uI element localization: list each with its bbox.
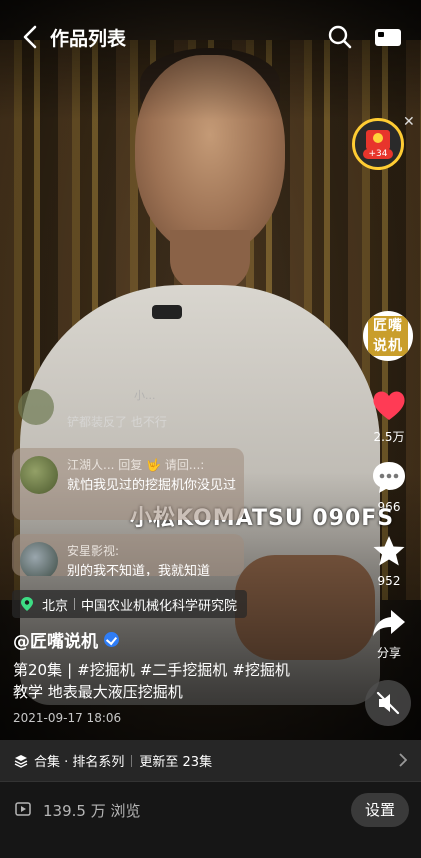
share-arrow-icon [373, 610, 405, 636]
like-button[interactable]: 2.5万 [360, 388, 418, 445]
stack-layers-icon [14, 754, 28, 768]
top-bar: 作品列表 [0, 14, 421, 60]
author-logo: 匠嘴说机 [368, 316, 408, 356]
comment-text: 就怕我见过的挖掘机你没见过 [67, 478, 237, 493]
comment-bubble[interactable]: 安星影视: 别的我不知道，我就知道 [12, 534, 244, 576]
faded-comment-partial: 小... [134, 389, 156, 402]
reward-amount: +34 [363, 149, 393, 159]
location-tag[interactable]: 北京 中国农业机械化科学研究院 [12, 590, 248, 618]
post-date: 2021-09-17 18:06 [13, 711, 122, 725]
like-count: 2.5万 [373, 430, 405, 444]
hashtag[interactable]: #挖掘机 [77, 661, 135, 679]
settings-button[interactable]: 设置 [351, 793, 409, 827]
red-envelope-reward[interactable]: +34 [352, 118, 404, 170]
collection-divider [131, 754, 133, 767]
back-arrow-icon[interactable] [18, 24, 44, 50]
share-label: 分享 [376, 646, 401, 660]
comment-bubble[interactable]: 江湖人... 回复 🤟 请回...: 就怕我见过的挖掘机你没见过 [12, 448, 244, 520]
collection-update: 更新至 23集 [139, 755, 213, 770]
favorite-button[interactable]: 952 [360, 534, 418, 588]
description-divider: | [67, 661, 73, 679]
location-divider [74, 598, 76, 610]
collection-bar[interactable]: 合集 · 排名系列 更新至 23集 [0, 740, 421, 781]
favorite-count: 952 [377, 574, 401, 588]
view-count: 139.5 万 浏览 [43, 802, 141, 820]
description-text: 教学 地表最大液压挖掘机 [13, 683, 183, 701]
chevron-right-icon [399, 753, 407, 767]
location-city: 北京 [42, 598, 69, 614]
video-screen[interactable]: 作品列表 +34 ✕ 匠嘴说机 2.5万 966 952 分享 小... 铲都装… [0, 0, 421, 858]
mute-button[interactable] [365, 680, 411, 726]
hashtag[interactable]: #二手挖掘机 [140, 661, 228, 679]
page-title: 作品列表 [50, 28, 127, 50]
episode-label: 第20集 [13, 661, 63, 679]
collection-label: 合集 · 排名系列 [34, 755, 125, 770]
comment-bubble-icon [373, 462, 405, 493]
author-name[interactable]: @匠嘴说机 [13, 627, 119, 652]
author-avatar[interactable]: 匠嘴说机 [363, 311, 413, 361]
search-icon[interactable] [327, 24, 353, 50]
commenter-avatar [20, 456, 58, 494]
cast-screen-icon[interactable] [374, 26, 402, 48]
location-place: 中国农业机械化科学研究院 [81, 598, 238, 614]
bottom-bar: 139.5 万 浏览 设置 [0, 781, 421, 858]
location-pin-icon [21, 597, 33, 611]
commenter-avatar [20, 542, 58, 576]
faded-comment: 小... 铲都装反了 也不行 [18, 383, 358, 431]
video-description: 第20集 | #挖掘机 #二手挖掘机 #挖掘机 教学 地表最大液压挖掘机 [13, 659, 343, 703]
reward-close-icon[interactable]: ✕ [403, 114, 415, 130]
share-button[interactable]: 分享 [360, 608, 418, 661]
commenter-avatar [18, 389, 54, 425]
star-icon [373, 536, 405, 566]
commenter-name: 安星影视: [67, 544, 120, 558]
heart-icon [373, 391, 405, 420]
coin-icon [373, 133, 383, 143]
speaker-muted-icon [376, 691, 400, 715]
faded-comment-text: 铲都装反了 也不行 [67, 415, 167, 429]
comment-text: 别的我不知道，我就知道 [67, 564, 211, 576]
play-count-icon [15, 802, 31, 816]
author-handle: @匠嘴说机 [13, 632, 98, 652]
hashtag[interactable]: #挖掘机 [232, 661, 290, 679]
verified-badge-icon [104, 632, 119, 647]
commenter-name: 江湖人... 回复 🤟 请回...: [67, 458, 205, 472]
